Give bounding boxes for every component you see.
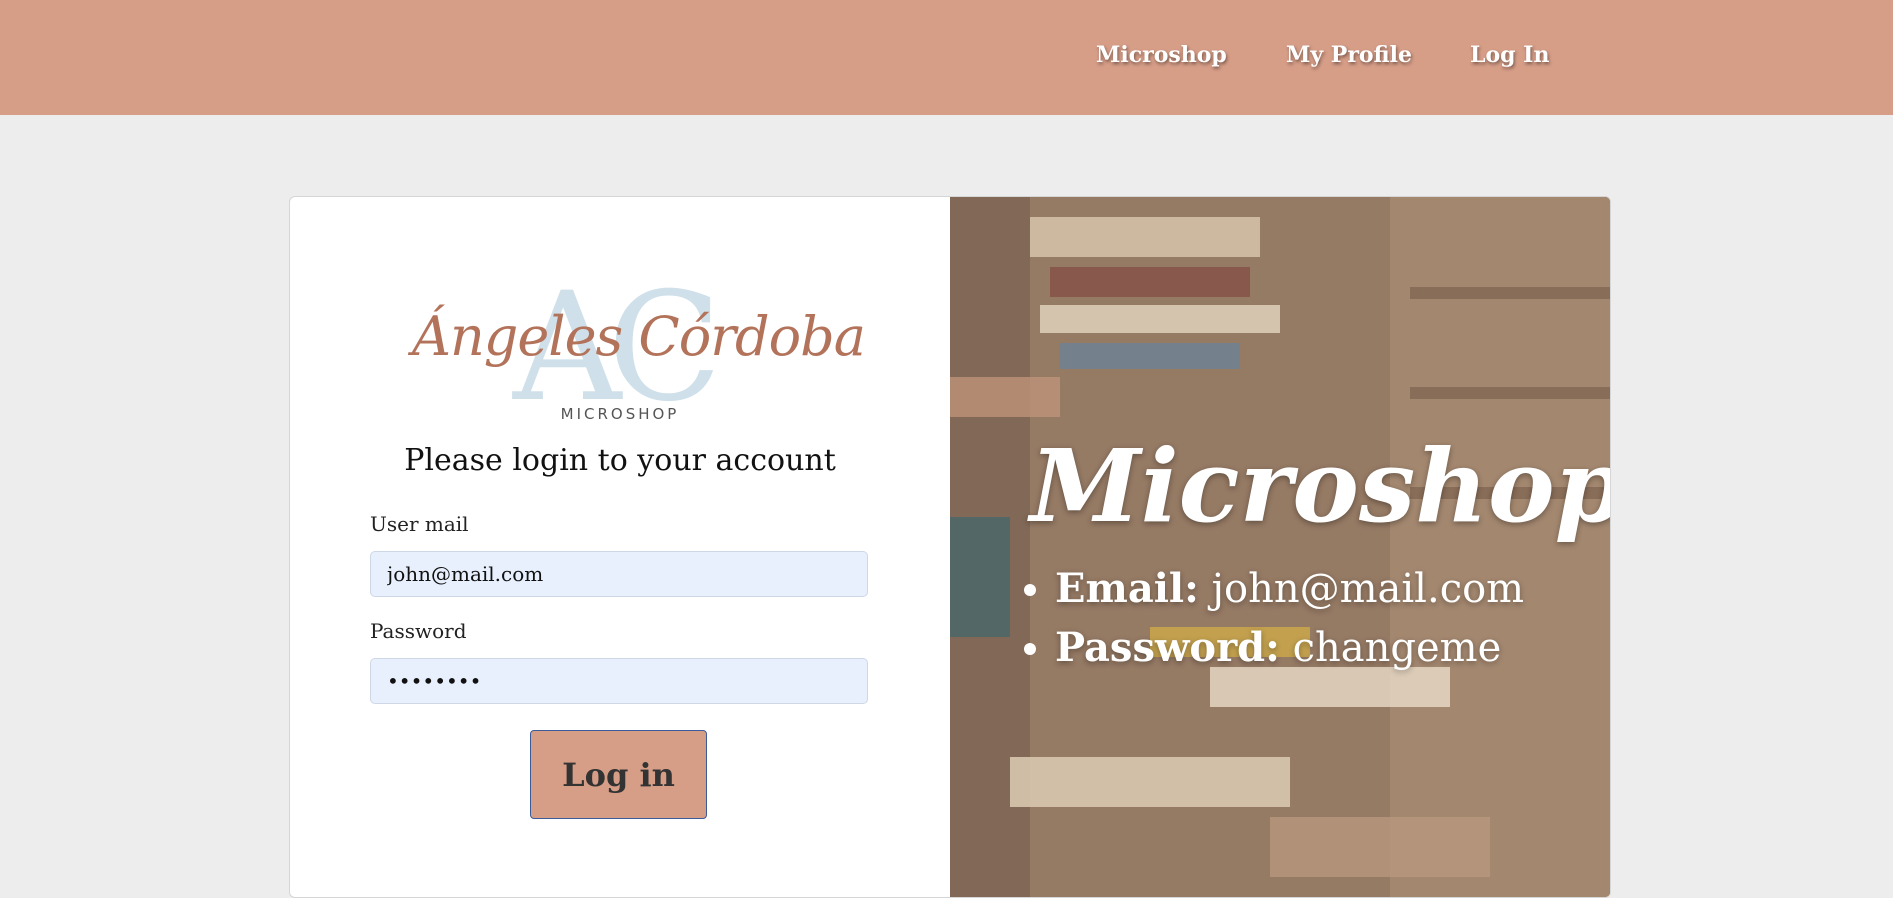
credential-email-item: Email: john@mail.com <box>1055 565 1524 612</box>
logo-subtitle: MICROSHOP <box>560 405 680 423</box>
brand-logo: AC Ángeles Córdoba MICROSHOP <box>410 273 866 427</box>
promo-title: Microshop <box>1030 427 1610 545</box>
top-navbar: Microshop My Profile Log In <box>0 0 1893 115</box>
user-mail-label: User mail <box>370 512 469 536</box>
credential-password-key: Password: <box>1055 624 1280 671</box>
credential-password-value: changeme <box>1279 625 1502 671</box>
password-label: Password <box>370 619 467 643</box>
password-input[interactable] <box>370 658 868 704</box>
promo-panel: Microshop Email: john@mail.com Password:… <box>950 197 1610 897</box>
login-title: Please login to your account <box>404 443 836 478</box>
credentials-list: Email: john@mail.com Password: changeme <box>990 565 1524 683</box>
login-panel: AC Ángeles Córdoba MICROSHOP Please logi… <box>290 197 950 897</box>
credential-email-key: Email: <box>1055 565 1199 612</box>
user-mail-input[interactable] <box>370 551 868 597</box>
credential-email-value: john@mail.com <box>1198 566 1525 612</box>
nav-link-my-profile[interactable]: My Profile <box>1286 42 1412 68</box>
bookshelf-background-image <box>950 197 1610 897</box>
login-button[interactable]: Log in <box>530 730 707 819</box>
credential-password-item: Password: changeme <box>1055 624 1524 671</box>
nav-link-microshop[interactable]: Microshop <box>1096 42 1227 68</box>
login-card: AC Ángeles Córdoba MICROSHOP Please logi… <box>289 196 1611 898</box>
logo-script-name: Ángeles Córdoba <box>412 305 866 368</box>
nav-link-log-in[interactable]: Log In <box>1470 42 1549 68</box>
